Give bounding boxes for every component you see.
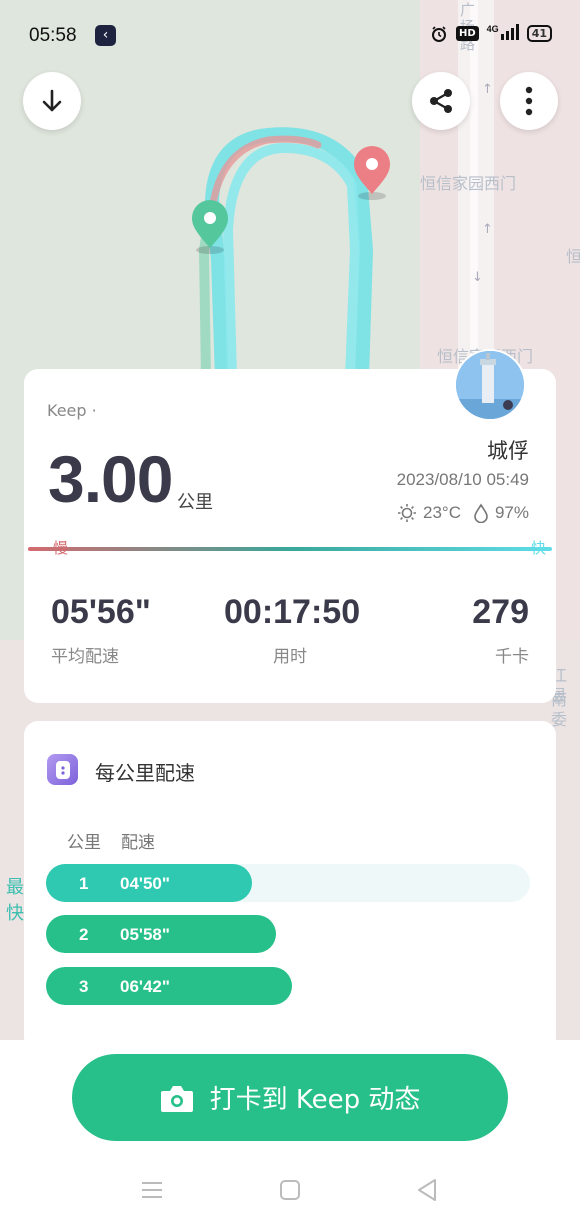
speed-slow-label: 慢 <box>53 539 69 557</box>
stat-calories: 279 千卡 <box>472 593 529 667</box>
distance-unit: 公里 <box>177 492 213 513</box>
download-button[interactable] <box>23 72 81 130</box>
signal-icon: 4G <box>487 24 519 43</box>
pace-km: 1 <box>79 874 89 893</box>
humidity-icon <box>474 503 488 523</box>
checkin-button[interactable]: 打卡到 Keep 动态 <box>72 1054 508 1141</box>
weather-info: 23°C 97% <box>397 503 529 523</box>
stat-value: 00:17:50 <box>224 593 361 631</box>
stat-label: 平均配速 <box>51 647 119 667</box>
distance-value: 3.00 <box>48 442 173 516</box>
stat-value: 279 <box>472 593 529 631</box>
speed-fast-label: 快 <box>530 539 546 557</box>
workout-summary-card: Keep · 3.00 公里 城俘 2023/08/10 05:49 23°C … <box>24 369 556 703</box>
battery-indicator: 41 <box>526 25 552 42</box>
stat-duration: 00:17:50 用时 <box>224 593 361 667</box>
temperature: 23°C <box>422 503 461 522</box>
back-triangle-icon <box>418 1179 436 1201</box>
status-bar: 05:58 ‹ HD 4G 41 <box>0 0 580 72</box>
pace-card-title: 每公里配速 <box>95 761 195 785</box>
sun-icon <box>397 504 416 522</box>
stat-label: 千卡 <box>495 647 529 667</box>
stat-label: 用时 <box>273 647 307 667</box>
stat-average-pace: 05'56" 平均配速 <box>51 593 151 667</box>
nav-recent-apps-button[interactable] <box>132 1172 172 1208</box>
share-button[interactable] <box>412 72 470 130</box>
system-nav-bar <box>0 1160 580 1220</box>
speed-gradient-bar <box>28 547 552 551</box>
pace-km: 2 <box>79 925 89 944</box>
column-header-pace: 配速 <box>121 833 155 853</box>
status-time: 05:58 <box>29 25 77 46</box>
nav-back-button[interactable] <box>407 1172 447 1208</box>
more-options-button[interactable] <box>500 72 558 130</box>
pace-value: 06'42" <box>120 977 170 996</box>
hd-badge: HD <box>456 26 479 41</box>
home-square-icon <box>280 1180 300 1200</box>
more-vertical-icon <box>525 86 533 116</box>
pace-per-km-card: 每公里配速 公里 配速 1 04'50" 最快 2 05'58" 3 06'42… <box>6 721 556 1051</box>
workout-datetime: 2023/08/10 05:49 <box>396 470 529 489</box>
camera-icon <box>160 1085 193 1112</box>
share-icon <box>430 89 452 113</box>
arrow-down-icon <box>42 89 62 112</box>
username: 城俘 <box>487 439 529 463</box>
stat-value: 05'56" <box>51 593 151 631</box>
checkin-label: 打卡到 Keep 动态 <box>209 1085 421 1115</box>
pace-value: 04'50" <box>120 874 170 893</box>
menu-icon <box>142 1182 162 1198</box>
avatar[interactable] <box>456 351 524 419</box>
nav-home-button[interactable] <box>270 1172 310 1208</box>
column-header-km: 公里 <box>67 833 101 853</box>
humidity: 97% <box>494 503 529 522</box>
pace-card-icon <box>47 754 78 785</box>
pace-value: 05'58" <box>120 925 170 944</box>
fastest-tag: 最快 <box>6 877 24 924</box>
alarm-icon <box>432 25 446 42</box>
notification-app-icon: ‹ <box>95 25 116 46</box>
brand-label: Keep · <box>47 401 97 420</box>
pace-km: 3 <box>79 977 89 996</box>
